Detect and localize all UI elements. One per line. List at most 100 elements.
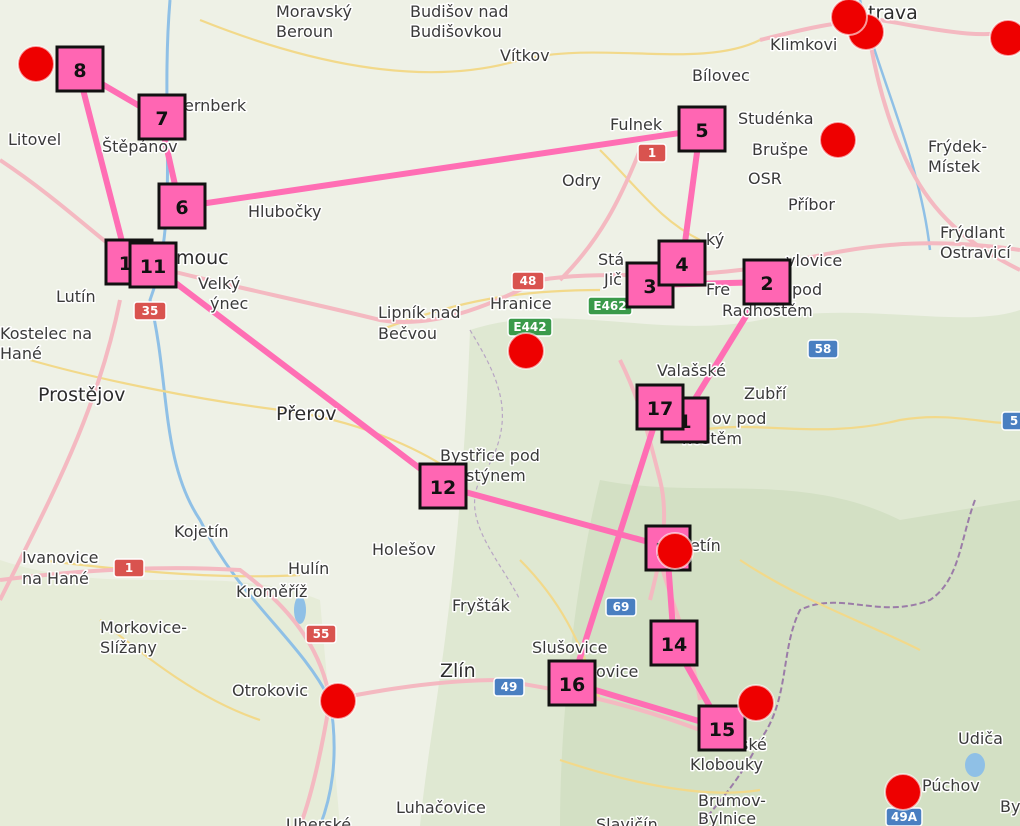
place-label: ovice [596, 662, 638, 681]
svg-text:16: 16 [559, 674, 585, 696]
waypoint-17[interactable]: 17 [635, 383, 685, 431]
place-label: Budišovkou [410, 22, 502, 41]
svg-text:49A: 49A [891, 810, 918, 824]
svg-text:35: 35 [142, 304, 159, 318]
place-label: By [1000, 797, 1020, 816]
place-label: Beroun [276, 22, 333, 41]
svg-text:E442: E442 [513, 320, 546, 334]
svg-text:5: 5 [695, 120, 708, 142]
place-label: Kostelec na [0, 324, 92, 343]
place-label: ýnec [210, 294, 248, 313]
road-shield: 1 [637, 143, 667, 163]
place-label: na Hané [22, 569, 89, 588]
svg-text:8: 8 [73, 60, 86, 82]
svg-text:1: 1 [125, 561, 133, 575]
place-label: Moravský [276, 2, 352, 21]
reservoir [965, 753, 985, 777]
road-shield: 35 [133, 301, 167, 321]
place-label: Vítkov [500, 46, 550, 65]
place-label: Bečvou [378, 324, 437, 343]
location-marker[interactable] [819, 121, 857, 159]
waypoint-16[interactable]: 16 [547, 659, 597, 707]
waypoint-6[interactable]: 6 [157, 182, 207, 230]
place-label: Bílovec [692, 66, 750, 85]
location-marker[interactable] [656, 532, 694, 570]
place-label: Luhačovice [396, 798, 486, 817]
place-label: Příbor [788, 195, 835, 214]
location-marker[interactable] [830, 0, 868, 36]
place-label: pod [792, 280, 822, 299]
waypoint-4[interactable]: 4 [657, 239, 707, 287]
waypoint-14[interactable]: 14 [649, 619, 699, 667]
road-shield: 1 [113, 558, 145, 578]
location-marker[interactable] [319, 682, 357, 720]
place-label: Frýdlant [940, 223, 1005, 242]
road-shield: 55 [305, 624, 337, 644]
location-marker[interactable] [884, 773, 922, 811]
road-shield: 5 [1001, 411, 1020, 431]
waypoint-2[interactable]: 2 [742, 258, 792, 306]
location-marker[interactable] [989, 19, 1020, 57]
svg-text:6: 6 [175, 197, 188, 219]
place-label: Brušpe [752, 140, 808, 159]
place-label: Hlubočky [248, 202, 322, 221]
place-label: Lutín [56, 287, 96, 306]
location-marker[interactable] [507, 332, 545, 370]
place-label: Přerov [276, 403, 336, 425]
place-label: Brumov- [698, 791, 766, 810]
place-label: Lipník nad [378, 303, 461, 322]
place-label: Zlín [440, 660, 476, 682]
place-label: stýnem [466, 466, 526, 485]
waypoint-5[interactable]: 5 [677, 105, 727, 153]
place-label: Morkovice- [100, 618, 187, 637]
place-label: Púchov [922, 776, 980, 795]
svg-text:11: 11 [140, 256, 166, 278]
svg-text:E462: E462 [593, 299, 626, 313]
svg-text:49: 49 [501, 680, 518, 694]
place-label: OSR [748, 169, 782, 188]
place-label: Prostějov [38, 384, 125, 406]
place-label: Fre [706, 280, 730, 299]
place-label: Frýdek- [928, 137, 987, 156]
place-label: Fryšták [452, 596, 511, 615]
location-marker[interactable] [737, 684, 775, 722]
place-label: Slížany [100, 638, 157, 657]
road-shield: E462 [587, 296, 633, 316]
waypoint-7[interactable]: 7 [137, 93, 187, 141]
place-label: Zubří [744, 384, 787, 403]
place-label: Hranice [490, 294, 552, 313]
waypoint-11[interactable]: 11 [128, 241, 178, 289]
svg-text:48: 48 [520, 274, 537, 288]
map-canvas[interactable]: Moravský Beroun Budišov nad Budišovkou V… [0, 0, 1020, 826]
svg-text:17: 17 [647, 398, 673, 420]
place-label: Kojetín [174, 522, 229, 541]
place-label: Litovel [8, 130, 61, 149]
place-label: Fulnek [610, 115, 663, 134]
place-label: Udiča [958, 729, 1003, 748]
waypoint-12[interactable]: 12 [418, 462, 468, 510]
place-label: Valašské [657, 361, 726, 380]
place-label: Otrokovic [232, 681, 308, 700]
place-label: Budišov nad [410, 2, 509, 21]
svg-text:15: 15 [709, 719, 735, 741]
road-shield: 58 [807, 339, 839, 359]
road-shield: 48 [511, 271, 545, 291]
place-label: Holešov [372, 540, 436, 559]
svg-text:58: 58 [815, 342, 832, 356]
place-label: Odry [562, 171, 601, 190]
place-label: Hulín [288, 559, 329, 578]
place-label: mouc [176, 247, 229, 269]
svg-text:1: 1 [648, 146, 656, 160]
svg-text:69: 69 [613, 600, 630, 614]
terrain-mountains [560, 480, 1020, 826]
place-label: Studénka [738, 109, 814, 128]
waypoint-8[interactable]: 8 [55, 45, 105, 93]
road-shield: 49 [493, 677, 525, 697]
place-label: Hané [0, 344, 42, 363]
waypoint-15[interactable]: 15 [697, 704, 747, 752]
svg-text:12: 12 [430, 477, 456, 499]
location-marker[interactable] [17, 45, 55, 83]
place-label: Uherské [286, 815, 351, 826]
svg-text:2: 2 [760, 273, 773, 295]
place-label: Jič [603, 270, 622, 289]
